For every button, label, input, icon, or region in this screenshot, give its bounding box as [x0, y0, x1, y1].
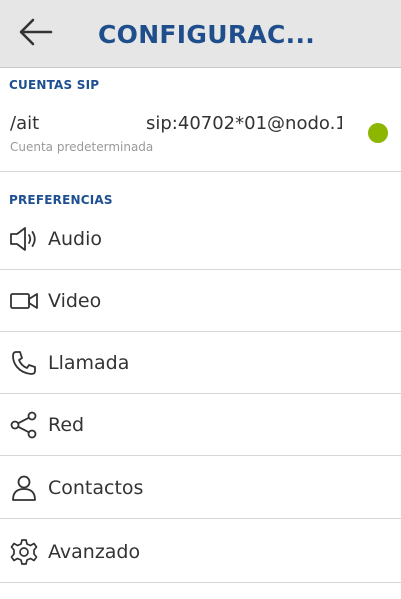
pref-item-call[interactable]: Llamada [0, 332, 401, 394]
section-header-sip-accounts: CUENTAS SIP [9, 78, 100, 92]
pref-item-network[interactable]: Red [0, 394, 401, 456]
page-title: CONFIGURAC... [98, 20, 316, 49]
pref-item-contacts[interactable]: Contactos [0, 457, 401, 519]
registration-status-dot [368, 123, 388, 143]
pref-label: Red [48, 413, 85, 436]
account-subtitle: Cuenta predeterminada [10, 140, 154, 154]
back-button[interactable] [14, 14, 58, 54]
video-camera-icon [9, 286, 39, 316]
section-header-preferences: PREFERENCIAS [9, 193, 113, 207]
pref-item-video[interactable]: Video [0, 270, 401, 332]
pref-label: Video [48, 289, 102, 312]
share-network-icon [9, 410, 39, 440]
speaker-icon [9, 224, 39, 254]
pref-label: Audio [48, 227, 103, 250]
user-icon [9, 473, 39, 503]
app-header: CONFIGURAC... [0, 0, 401, 68]
gear-icon [9, 537, 39, 567]
pref-label: Llamada [48, 351, 130, 374]
pref-label: Avanzado [48, 540, 141, 563]
settings-screen: CONFIGURAC... CUENTAS SIP /ait sip:40702… [0, 0, 401, 599]
pref-item-advanced[interactable]: Avanzado [0, 521, 401, 583]
arrow-left-icon [18, 17, 54, 51]
phone-icon [9, 348, 39, 378]
sip-account-item[interactable]: /ait sip:40702*01@nodo.1 Cuenta predeter… [0, 101, 401, 172]
account-uri: sip:40702*01@nodo.1 [146, 113, 342, 134]
pref-item-audio[interactable]: Audio [0, 208, 401, 270]
account-name: /ait [10, 113, 40, 134]
pref-label: Contactos [48, 476, 144, 499]
